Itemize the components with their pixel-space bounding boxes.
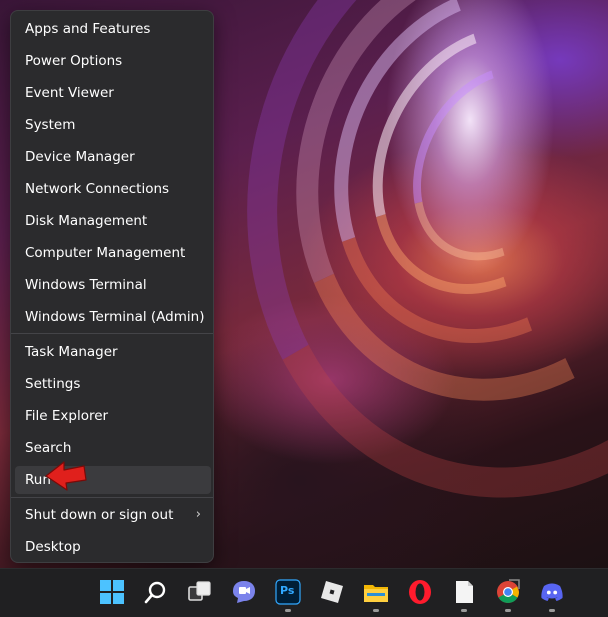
teams-chat-icon[interactable] (231, 579, 257, 605)
menu-item-network-connections[interactable]: Network Connections (15, 175, 211, 203)
menu-item-disk-management[interactable]: Disk Management (15, 207, 211, 235)
search-icon[interactable] (143, 579, 169, 605)
menu-separator (11, 497, 213, 498)
menu-separator (11, 333, 213, 334)
menu-item-settings[interactable]: Settings (15, 370, 211, 398)
menu-item-event-viewer[interactable]: Event Viewer (15, 79, 211, 107)
photoshop-icon[interactable]: Ps (275, 579, 301, 605)
running-indicator (285, 609, 291, 612)
discord-icon[interactable] (539, 579, 565, 605)
menu-item-task-manager[interactable]: Task Manager (15, 338, 211, 366)
menu-item-system[interactable]: System (15, 111, 211, 139)
notepad-icon[interactable] (451, 579, 477, 605)
running-indicator (549, 609, 555, 612)
roblox-icon[interactable] (319, 579, 345, 605)
menu-item-device-manager[interactable]: Device Manager (15, 143, 211, 171)
taskbar: Ps (0, 568, 608, 617)
menu-item-windows-terminal-admin[interactable]: Windows Terminal (Admin) (15, 303, 211, 331)
running-indicator (373, 609, 379, 612)
menu-item-desktop[interactable]: Desktop (15, 533, 211, 561)
photoshop-label: Ps (280, 584, 295, 597)
menu-item-computer-management[interactable]: Computer Management (15, 239, 211, 267)
chrome-icon[interactable] (495, 579, 521, 605)
menu-item-windows-terminal[interactable]: Windows Terminal (15, 271, 211, 299)
opera-icon[interactable] (407, 579, 433, 605)
running-indicator (461, 609, 467, 612)
quick-link-menu: Apps and Features Power Options Event Vi… (10, 10, 214, 563)
chevron-right-icon: › (195, 507, 201, 522)
file-explorer-icon[interactable] (363, 579, 389, 605)
running-indicator (505, 609, 511, 612)
menu-item-power-options[interactable]: Power Options (15, 47, 211, 75)
windows-start-icon[interactable] (99, 579, 125, 605)
menu-item-label: Shut down or sign out (25, 507, 174, 523)
task-view-icon[interactable] (187, 579, 213, 605)
menu-item-shut-down-or-sign-out[interactable]: Shut down or sign out › (15, 501, 211, 529)
red-arrow-annotation-icon (45, 461, 87, 491)
menu-item-file-explorer[interactable]: File Explorer (15, 402, 211, 430)
menu-item-apps-and-features[interactable]: Apps and Features (15, 15, 211, 43)
